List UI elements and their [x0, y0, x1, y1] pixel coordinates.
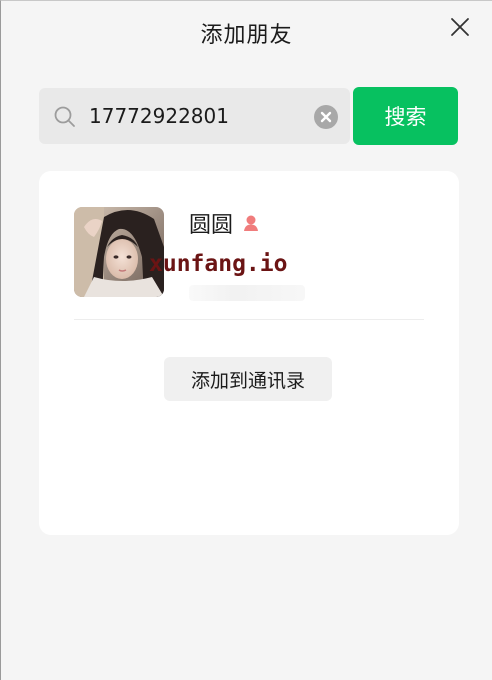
- female-person-icon: [244, 215, 259, 231]
- name-row: 圆圆: [189, 209, 261, 238]
- watermark-text: xunfang.io: [149, 251, 288, 277]
- search-icon: [54, 106, 75, 127]
- search-button[interactable]: 搜索: [353, 87, 458, 145]
- clear-icon: [314, 105, 338, 129]
- add-friend-window: 添加朋友 搜索: [0, 0, 492, 680]
- search-box: [39, 88, 350, 144]
- divider: [74, 319, 424, 320]
- clear-search-button[interactable]: [314, 105, 338, 129]
- search-result-card: 圆圆 xunfang.io 添加到通讯录: [39, 171, 459, 535]
- close-icon: [451, 18, 469, 36]
- search-row: 搜索: [39, 87, 459, 145]
- blurred-id-line: [189, 285, 305, 301]
- contact-name: 圆圆: [189, 213, 234, 238]
- close-button[interactable]: [448, 15, 472, 39]
- search-input[interactable]: [89, 88, 309, 144]
- window-title: 添加朋友: [200, 23, 293, 48]
- add-to-contacts-button[interactable]: 添加到通讯录: [164, 357, 332, 401]
